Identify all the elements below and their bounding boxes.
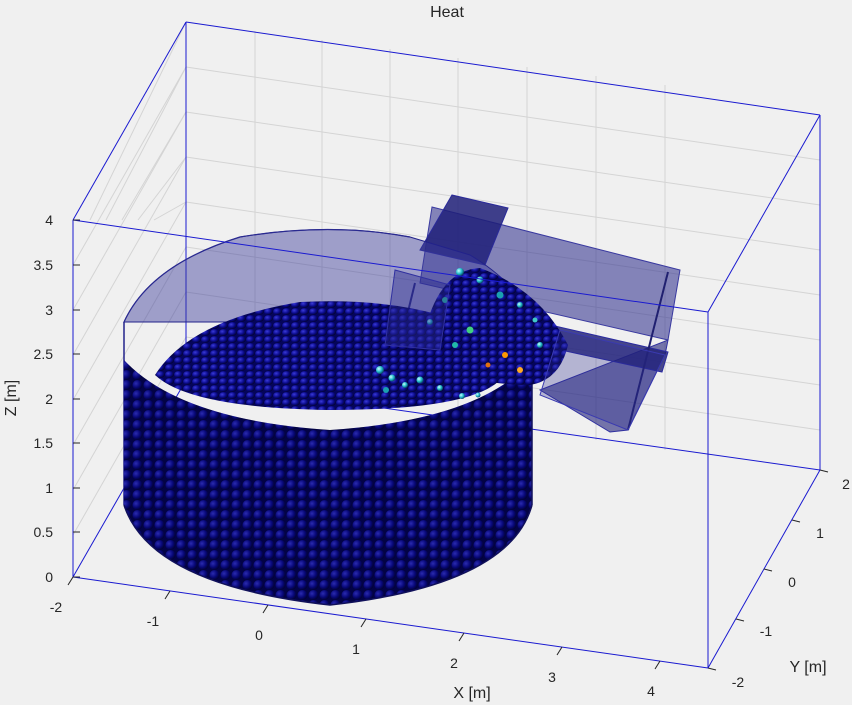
x-tick-label: -2 (50, 599, 63, 615)
y-tick-label: 2 (842, 476, 850, 492)
z-tick-label: 1 (45, 480, 53, 496)
y-tick-label: -2 (732, 674, 745, 690)
z-tick-label: 2 (45, 391, 53, 407)
x-tick-label: 2 (450, 655, 458, 671)
z-tick-label: 0.5 (34, 524, 54, 540)
z-tick-label: 0 (45, 569, 53, 585)
x-tick-label: 0 (255, 627, 263, 643)
z-tick-label: 1.5 (34, 435, 54, 451)
y-tick-label: 0 (788, 574, 796, 590)
x-tick-label: 1 (352, 641, 360, 657)
z-axis: 0 0.5 1 1.5 2 2.5 3 3.5 4 Z [m] (3, 212, 80, 585)
x-tick-label: 4 (647, 683, 655, 699)
y-axis-label: Y [m] (789, 659, 826, 676)
x-axis-label: X [m] (453, 685, 490, 702)
x-tick-label: -1 (147, 613, 160, 629)
y-axis: -2 -1 0 1 2 Y [m] (707, 469, 850, 690)
y-tick-label: 1 (816, 525, 824, 541)
z-tick-label: 3 (45, 302, 53, 318)
z-tick-label: 3.5 (34, 257, 54, 273)
y-tick-label: -1 (760, 623, 773, 639)
x-tick-label: 3 (548, 669, 556, 685)
heat-3d-plot: Heat 0 0.5 1 1.5 2 2.5 3 3.5 4 Z [m] -2 … (3, 4, 850, 702)
z-axis-label: Z [m] (3, 380, 20, 416)
z-tick-label: 4 (45, 212, 53, 228)
chart-title: Heat (430, 4, 464, 21)
z-tick-label: 2.5 (34, 346, 54, 362)
